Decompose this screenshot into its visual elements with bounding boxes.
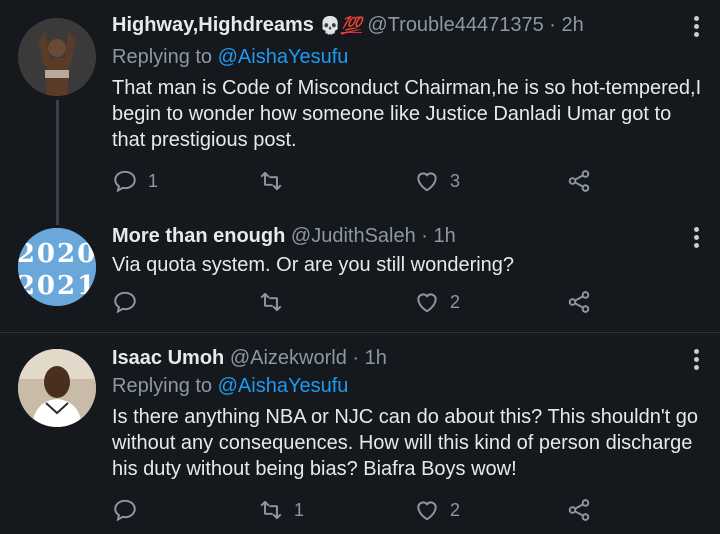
reply-button[interactable]: 1 [112,166,158,196]
replying-to-link[interactable]: @AishaYesufu [218,46,349,68]
user-handle[interactable]: @Aizekworld [230,347,347,369]
share-button[interactable] [566,287,592,317]
avatar-year-top: 2020 [18,239,96,269]
retweet-icon [260,500,282,520]
skull-emoji-icon: 💀 [319,16,341,35]
like-icon [417,172,437,192]
timestamp[interactable]: · 2h [549,14,583,36]
timestamp[interactable]: · 1h [352,347,386,369]
thread-line [56,100,59,225]
share-button[interactable] [566,166,592,196]
timestamp[interactable]: · 1h [421,225,455,247]
retweet-button[interactable] [258,166,294,196]
tweet-text: Is there anything NBA or NJC can do abou… [112,406,699,480]
reply-button[interactable] [112,495,148,525]
reply-icon [114,499,136,522]
retweet-button[interactable]: 1 [258,495,304,525]
reply-icon [114,291,136,314]
user-handle[interactable]: @Trouble44471375 [367,14,543,36]
like-button[interactable]: 2 [414,495,460,525]
tweet-highway-highdreams[interactable]: Highway,Highdreams 💀💯 @Trouble44471375 ·… [0,0,720,225]
tweet-more-than-enough[interactable]: 2020 2021 More than enough @JudithSaleh … [0,220,720,332]
reply-count: 1 [148,170,159,191]
display-name[interactable]: Isaac Umoh [112,347,224,369]
like-count: 2 [450,499,461,520]
like-icon [417,293,437,313]
retweet-count: 1 [294,499,305,520]
tweet-actions: 2 [112,287,612,317]
reply-icon [114,170,136,193]
replying-to-link[interactable]: @AishaYesufu [218,375,349,397]
tweet-header: More than enough @JudithSaleh · 1h [112,225,456,248]
reply-button[interactable] [112,287,148,317]
share-button[interactable] [566,495,592,525]
like-count: 3 [450,170,461,191]
tweet-actions: 1 3 [112,166,612,196]
like-button[interactable]: 2 [414,287,460,317]
replying-to-prefix: Replying to [112,375,218,397]
avatar[interactable] [18,18,96,96]
avatar[interactable] [18,349,96,427]
avatar-year-bottom: 2021 [18,271,96,301]
replying-to: Replying to @AishaYesufu [112,375,348,398]
avatar[interactable]: 2020 2021 [18,228,96,306]
display-name[interactable]: More than enough [112,225,285,247]
like-icon [417,501,437,521]
user-handle[interactable]: @JudithSaleh [291,225,416,247]
more-options-icon[interactable] [692,349,700,373]
like-button[interactable]: 3 [414,166,460,196]
tweet-text: Via quota system. Or are you still wonde… [112,254,515,276]
hundred-emoji-icon: 💯 [340,16,362,35]
tweet-header: Isaac Umoh @Aizekworld · 1h [112,347,387,370]
tweet-text: That man is Code of Misconduct Chairman,… [112,77,702,151]
retweet-icon [260,292,282,312]
replying-to-prefix: Replying to [112,46,218,68]
replying-to: Replying to @AishaYesufu [112,46,348,69]
more-options-icon[interactable] [692,227,700,251]
retweet-button[interactable] [258,287,294,317]
share-icon [568,170,590,192]
tweet-header: Highway,Highdreams 💀💯 @Trouble44471375 ·… [112,14,584,37]
tweet-actions: 1 2 [112,495,612,525]
display-name[interactable]: Highway,Highdreams [112,14,314,36]
more-options-icon[interactable] [692,16,700,40]
share-icon [568,291,590,313]
retweet-icon [260,171,282,191]
tweet-isaac-umoh[interactable]: Isaac Umoh @Aizekworld · 1h Replying to … [0,333,720,534]
like-count: 2 [450,291,461,312]
share-icon [568,499,590,521]
